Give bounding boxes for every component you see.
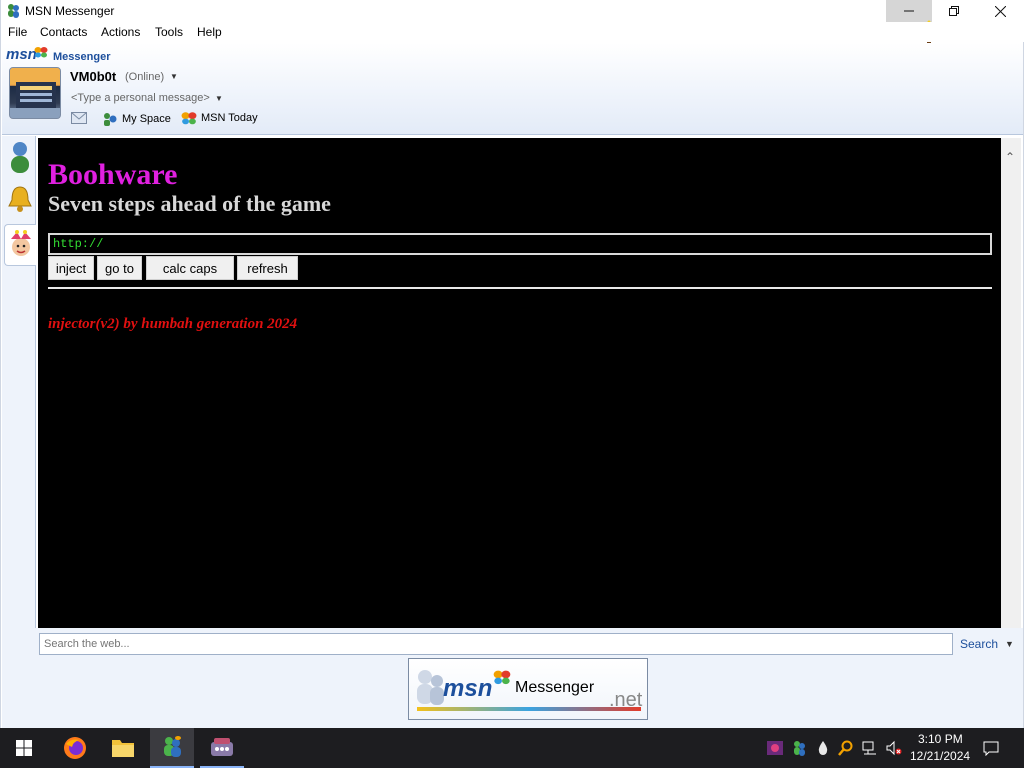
file-explorer-icon bbox=[112, 740, 134, 757]
my-space-link[interactable]: My Space bbox=[102, 111, 171, 127]
banner-messenger-text: Messenger bbox=[515, 679, 595, 696]
msn-logo: msn bbox=[6, 46, 37, 63]
tray-volume-icon[interactable] bbox=[886, 740, 902, 756]
tab-web-content[interactable] bbox=[4, 224, 36, 266]
notification-icon bbox=[983, 741, 999, 756]
window-title: MSN Messenger bbox=[25, 4, 115, 18]
taskbar-firefox[interactable] bbox=[53, 728, 97, 768]
close-icon bbox=[994, 5, 1006, 17]
left-tab-strip bbox=[2, 136, 36, 628]
windows-start-icon bbox=[16, 740, 32, 756]
bell-icon bbox=[8, 186, 32, 212]
page-title: Boohware bbox=[48, 158, 178, 191]
restore-button[interactable] bbox=[931, 0, 977, 22]
msn-messenger-window: MSN Messenger File Contacts Actions Tool… bbox=[0, 0, 1024, 728]
banner-msn-logo: msn bbox=[443, 675, 493, 702]
close-button[interactable] bbox=[977, 0, 1023, 22]
tray-search-icon[interactable] bbox=[838, 740, 854, 756]
page-subtitle: Seven steps ahead of the game bbox=[48, 191, 331, 216]
taskbar-app[interactable] bbox=[200, 728, 244, 768]
product-name: Messenger bbox=[53, 51, 111, 63]
firefox-icon bbox=[64, 737, 86, 759]
app-icon bbox=[211, 738, 233, 756]
display-picture-image bbox=[10, 68, 60, 118]
banner-stripe bbox=[417, 707, 641, 711]
tray-drop-icon[interactable] bbox=[815, 740, 831, 756]
clock-time[interactable]: 3:10 PM bbox=[918, 732, 963, 746]
title-bar: MSN Messenger bbox=[1, 0, 1024, 44]
search-dropdown-icon[interactable]: ▼ bbox=[1005, 639, 1014, 649]
menu-file[interactable]: File bbox=[8, 25, 27, 39]
calc-caps-button[interactable]: calc caps bbox=[146, 256, 234, 280]
menu-contacts[interactable]: Contacts bbox=[40, 25, 87, 39]
go-to-button[interactable]: go to bbox=[97, 256, 142, 280]
horizontal-rule bbox=[48, 287, 992, 289]
scroll-up-icon[interactable]: ⌃ bbox=[1005, 150, 1015, 164]
refresh-button[interactable]: refresh bbox=[237, 256, 298, 280]
jester-icon bbox=[10, 230, 31, 256]
web-content-pane: Boohware Seven steps ahead of the game i… bbox=[38, 138, 1001, 628]
msn-buddy-icon bbox=[8, 4, 19, 18]
msn-messenger-icon bbox=[164, 736, 181, 757]
user-status[interactable]: (Online) bbox=[125, 71, 164, 83]
search-button[interactable]: Search bbox=[960, 637, 998, 651]
vertical-scrollbar[interactable]: ⌃ bbox=[1001, 138, 1021, 628]
restore-icon bbox=[949, 6, 959, 16]
messenger-header: msn Messenger VM0b0t (Online) ▼ <Type a … bbox=[2, 43, 1023, 135]
personal-message-field[interactable]: <Type a personal message> bbox=[71, 92, 210, 104]
menu-help[interactable]: Help bbox=[197, 25, 222, 39]
tray-app-icon[interactable] bbox=[767, 740, 783, 756]
notifications-button[interactable] bbox=[983, 740, 999, 756]
user-display-name[interactable]: VM0b0t bbox=[70, 69, 116, 84]
tray-purple-app-icon bbox=[767, 741, 783, 755]
tray-messenger-icon[interactable] bbox=[791, 740, 807, 756]
magnifier-icon bbox=[838, 740, 853, 756]
tray-network-icon[interactable] bbox=[862, 740, 878, 756]
display-picture[interactable] bbox=[9, 67, 61, 119]
tab-contacts[interactable] bbox=[4, 136, 36, 178]
volume-muted-icon bbox=[886, 740, 902, 756]
msn-today-icon bbox=[181, 112, 197, 125]
taskbar-msn-messenger[interactable] bbox=[150, 728, 194, 768]
taskbar-file-explorer[interactable] bbox=[101, 728, 145, 768]
contacts-icon bbox=[11, 142, 29, 173]
msn-butterfly-icon bbox=[34, 47, 48, 58]
menu-tools[interactable]: Tools bbox=[155, 25, 183, 39]
menu-actions[interactable]: Actions bbox=[101, 25, 140, 39]
minimize-button[interactable] bbox=[886, 0, 932, 22]
my-space-label: My Space bbox=[122, 113, 171, 125]
url-input[interactable] bbox=[48, 233, 992, 255]
clock-date[interactable]: 12/21/2024 bbox=[910, 749, 970, 763]
banner-butterfly-icon bbox=[493, 670, 511, 685]
personal-message-dropdown-icon[interactable]: ▼ bbox=[215, 94, 223, 103]
network-icon bbox=[862, 741, 876, 755]
msn-messenger-banner[interactable]: msn Messenger .net bbox=[408, 658, 648, 720]
my-space-icon bbox=[104, 113, 117, 126]
mail-icon[interactable] bbox=[71, 112, 87, 124]
msn-today-link[interactable]: MSN Today bbox=[181, 111, 258, 125]
tray-buddy-icon bbox=[794, 741, 805, 756]
credit-text: injector(v2) by humbah generation 2024 bbox=[48, 316, 298, 332]
banner-people-icon bbox=[417, 670, 444, 705]
menu-bar: File Contacts Actions Tools Help bbox=[1, 22, 1024, 42]
taskbar: 3:10 PM 12/21/2024 bbox=[0, 728, 1024, 768]
start-button[interactable] bbox=[2, 728, 46, 768]
status-dropdown-icon[interactable]: ▼ bbox=[170, 72, 178, 81]
inject-button[interactable]: inject bbox=[48, 256, 94, 280]
tab-alerts[interactable] bbox=[4, 178, 36, 220]
search-area: Search ▼ msn Messenger .net bbox=[2, 628, 1023, 728]
web-search-input[interactable] bbox=[39, 633, 953, 655]
minimize-icon bbox=[904, 10, 914, 12]
water-drop-icon bbox=[818, 741, 828, 755]
msn-today-label: MSN Today bbox=[201, 112, 258, 124]
